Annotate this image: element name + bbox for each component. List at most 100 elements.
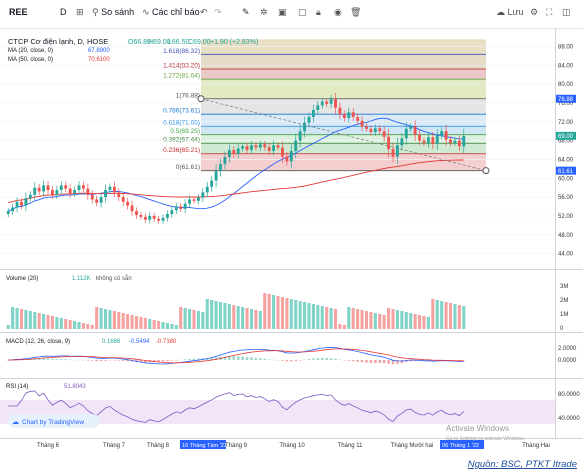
source-credit: Nguồn: BSC, PTKT Itrade — [467, 459, 577, 470]
fib-zone — [201, 126, 486, 135]
compare-button[interactable]: ⚲ So sánh — [92, 7, 134, 18]
candle-body — [307, 117, 311, 123]
template-icon[interactable]: ▣ — [278, 7, 287, 18]
volume-bar — [42, 314, 46, 329]
macd-histogram-bar — [254, 357, 258, 360]
volume-bar — [59, 318, 63, 329]
candle-body — [148, 215, 152, 220]
fib-level-label: 0.786(73.61) — [163, 108, 200, 115]
volume-bar — [15, 308, 19, 329]
undo-icon[interactable]: ↶ — [200, 7, 208, 18]
macd-legend-name: MACD (12, 26, close, 9) — [6, 339, 70, 345]
interval-button[interactable]: D — [60, 7, 67, 17]
volume-bar — [391, 309, 395, 329]
candle-body — [99, 197, 103, 203]
volume-bar — [117, 312, 121, 329]
macd-histogram-bar — [285, 360, 289, 362]
fib-level-label: 0.236(65.21) — [163, 147, 200, 154]
save-button[interactable]: ☁ Lưu — [496, 7, 524, 18]
candle-body — [152, 215, 156, 219]
screenshot-icon[interactable]: ◫ — [562, 7, 571, 18]
macd-histogram-bar — [312, 358, 315, 360]
settings-icon[interactable]: ⚙ — [530, 7, 538, 18]
candle-body — [356, 117, 360, 121]
volume-bar — [387, 308, 391, 329]
volume-bar — [161, 322, 165, 329]
macd-histogram-bar — [64, 359, 68, 360]
time-highlight-label: 06 Tháng 1 '22 — [442, 443, 479, 449]
candle-body — [294, 140, 298, 151]
volume-bar — [192, 310, 196, 329]
candle-body — [276, 145, 280, 148]
symbol-search[interactable]: REE — [9, 7, 28, 17]
volume-bar — [325, 307, 329, 329]
candle-body — [214, 171, 218, 181]
volume-bar — [453, 304, 457, 329]
volume-bar — [223, 303, 227, 329]
price-tick-label: 52.00 — [558, 214, 574, 220]
chart-area[interactable]: 1.618(86.32) 1.414(83.20) 1.272(81.04) 1(76… — [0, 28, 583, 455]
settings-gear-icon[interactable]: ✲ — [260, 7, 268, 18]
indicators-label: Các chỉ báo — [152, 7, 200, 17]
fullscreen-icon[interactable]: ⛶ — [546, 7, 552, 18]
price-badge-label: 76.88 — [558, 97, 574, 103]
brush-icon[interactable]: ✎ — [242, 7, 250, 18]
candle-body — [316, 105, 320, 110]
candle-body — [369, 128, 373, 133]
trash-icon[interactable]: 🗑︎ — [350, 7, 361, 18]
fib-zone — [201, 98, 486, 115]
candle-body — [130, 205, 134, 212]
candle-body — [281, 147, 284, 157]
volume-bar — [55, 317, 59, 329]
ma-legend-name: MA (50, close, 0) — [8, 57, 53, 63]
volume-tick-label: 1M — [560, 312, 568, 318]
candle-body — [449, 139, 452, 143]
redo-icon[interactable]: ↷ — [214, 7, 222, 18]
volume-bar — [236, 306, 240, 329]
candle-body — [232, 150, 236, 154]
macd-histogram-bar — [338, 359, 342, 361]
volume-bar — [289, 299, 293, 329]
candle-body — [404, 128, 408, 139]
volume-bar — [130, 315, 134, 329]
candle-body — [55, 190, 59, 195]
candle-body — [15, 201, 19, 208]
candle-body — [77, 185, 81, 191]
candle-body — [267, 147, 271, 151]
candle-body — [311, 109, 315, 118]
rsi-legend-name: RSI (14) — [6, 384, 28, 390]
macd-legend-value: -0.7180 — [156, 339, 177, 345]
macd-histogram-bar — [387, 360, 390, 364]
indicators-button[interactable]: ∿ Các chỉ báo — [142, 7, 200, 18]
candle-body — [11, 207, 15, 212]
candle-body — [365, 126, 368, 129]
macd-histogram-bar — [99, 360, 103, 362]
macd-histogram-bar — [192, 358, 196, 360]
volume-bar — [205, 299, 209, 329]
candle-body — [135, 211, 138, 215]
candle-body — [440, 131, 444, 136]
candle-body — [334, 99, 337, 108]
price-tick-label: 64.00 — [558, 157, 574, 163]
eye-icon[interactable]: ◉ — [334, 7, 342, 18]
object-tree-icon[interactable]: ▢ — [298, 7, 307, 18]
volume-bar — [108, 310, 112, 329]
candle-body — [121, 197, 125, 202]
rsi-legend-value: 51.8043 — [64, 384, 86, 390]
candle-style-icon[interactable]: ⊞ — [76, 7, 84, 18]
macd-histogram-bar — [276, 360, 280, 361]
price-tick-label: 80.00 — [558, 82, 574, 88]
candle-body — [46, 185, 50, 191]
volume-bar — [431, 299, 435, 329]
candle-body — [258, 144, 262, 148]
macd-histogram-bar — [289, 360, 293, 362]
candle-body — [320, 101, 324, 106]
volume-bar — [272, 295, 276, 329]
lock-icon[interactable]: 🔒︎ — [316, 7, 321, 18]
chart-svg[interactable]: 1.618(86.32) 1.414(83.20) 1.272(81.04) 1(76… — [0, 28, 583, 455]
fibonacci-retracement[interactable]: 1.618(86.32) 1.414(83.20) 1.272(81.04) 1(76… — [163, 39, 486, 171]
macd-histogram-bar — [68, 359, 72, 361]
price-tick-label: 72.00 — [558, 120, 574, 126]
price-badge-label: 61.61 — [558, 169, 574, 175]
price-tick-label: 60.00 — [558, 176, 574, 182]
